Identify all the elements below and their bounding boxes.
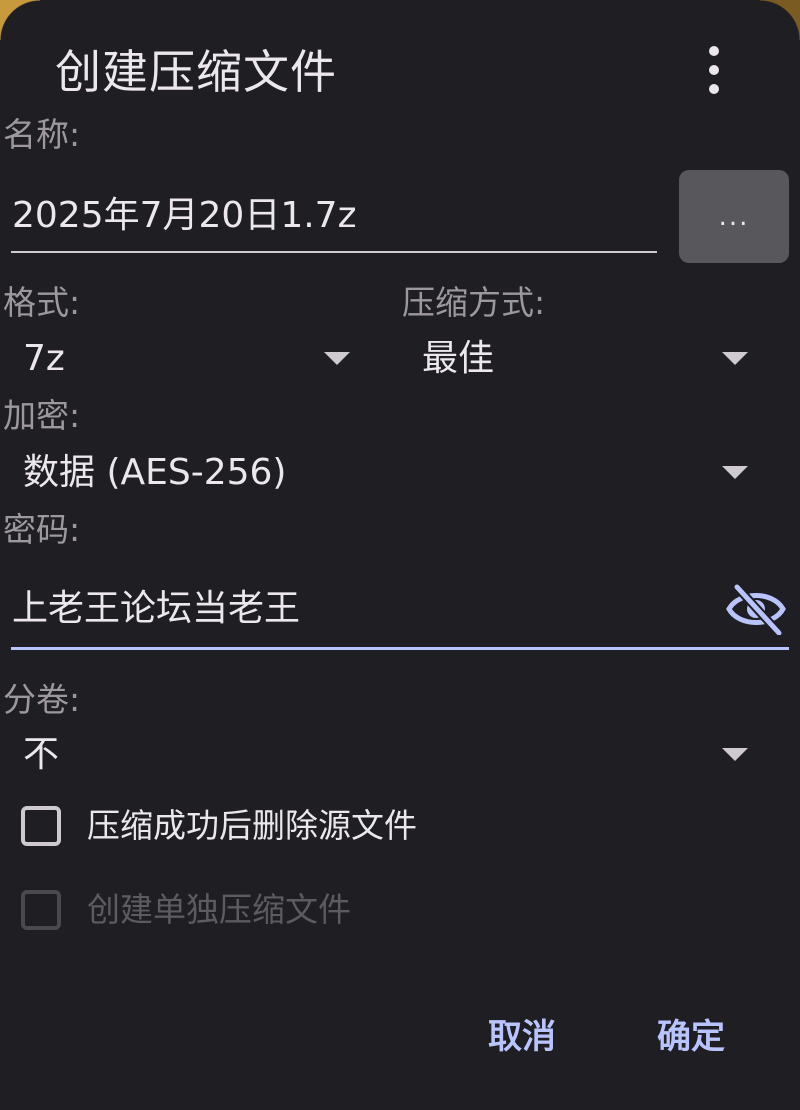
compression-value: 最佳 xyxy=(422,338,495,379)
name-label: 名称: xyxy=(3,115,81,154)
name-input-underline xyxy=(11,251,657,253)
wallpaper-corner xyxy=(760,0,800,40)
name-input[interactable]: 2025年7月20日1.7z xyxy=(12,193,356,239)
password-input-underline xyxy=(11,647,789,650)
separate-archives-option: 创建单独压缩文件 xyxy=(0,884,600,940)
cancel-button[interactable]: 取消 xyxy=(488,1012,556,1062)
compression-label: 压缩方式: xyxy=(402,283,546,322)
format-value: 7z xyxy=(23,338,65,379)
password-input[interactable]: 上老王论坛当老王 xyxy=(12,586,300,632)
encryption-label: 加密: xyxy=(3,396,81,435)
delete-source-checkbox[interactable] xyxy=(21,806,61,846)
delete-source-option[interactable]: 压缩成功后删除源文件 xyxy=(0,800,600,856)
chevron-down-icon xyxy=(722,352,748,365)
delete-source-label: 压缩成功后删除源文件 xyxy=(87,806,417,845)
create-archive-dialog: 创建压缩文件 名称: 2025年7月20日1.7z ... 格式: 7z 压缩方… xyxy=(0,0,800,1110)
browse-button[interactable]: ... xyxy=(679,170,789,263)
password-label: 密码: xyxy=(3,510,81,549)
chevron-down-icon xyxy=(722,748,748,761)
chevron-down-icon xyxy=(324,352,350,365)
dialog-title: 创建压缩文件 xyxy=(55,45,337,99)
chevron-down-icon xyxy=(722,466,748,479)
separate-archives-label: 创建单独压缩文件 xyxy=(87,890,351,929)
separate-archives-checkbox xyxy=(21,890,61,930)
encryption-value: 数据 (AES-256) xyxy=(23,452,287,493)
wallpaper-corner xyxy=(0,0,40,40)
split-dropdown[interactable]: 不 xyxy=(0,726,770,786)
split-value: 不 xyxy=(23,734,60,775)
encryption-dropdown[interactable]: 数据 (AES-256) xyxy=(0,444,770,504)
format-label: 格式: xyxy=(3,283,81,322)
more-vert-icon[interactable] xyxy=(690,40,738,100)
compression-dropdown[interactable]: 最佳 xyxy=(400,330,770,390)
format-dropdown[interactable]: 7z xyxy=(0,330,370,390)
ok-button[interactable]: 确定 xyxy=(657,1012,725,1062)
split-label: 分卷: xyxy=(3,680,81,719)
eye-off-icon[interactable] xyxy=(725,583,787,637)
